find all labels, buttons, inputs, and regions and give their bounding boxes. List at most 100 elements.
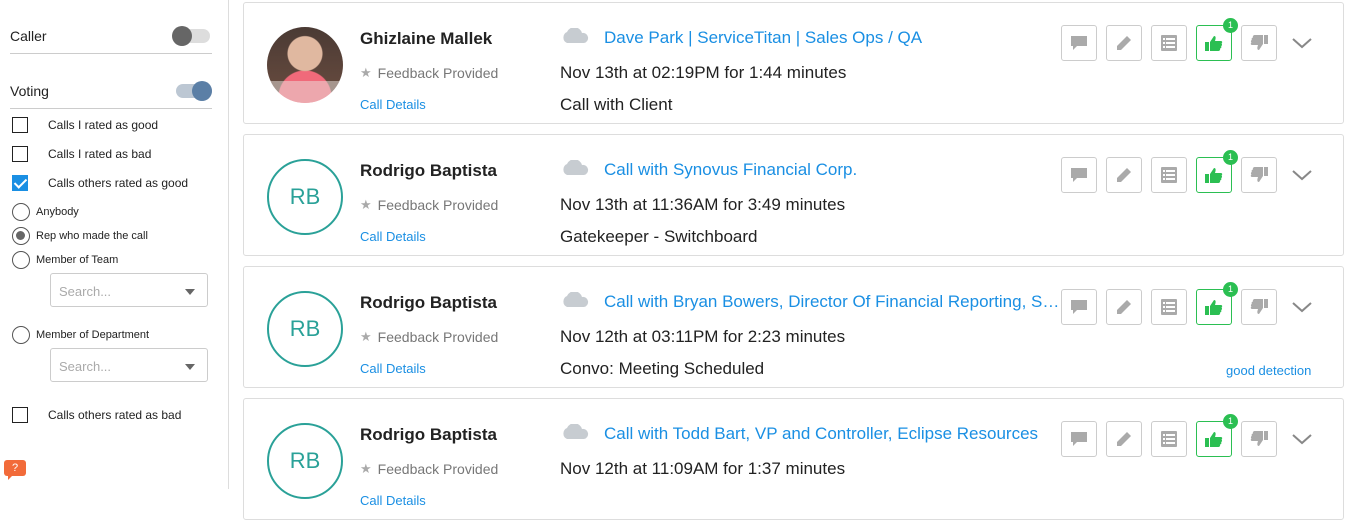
thumbs-down-button[interactable] [1241, 289, 1277, 325]
voting-toggle[interactable] [176, 81, 212, 101]
call-card: Ghizlaine Mallek ★ Feedback Provided Cal… [243, 2, 1344, 124]
radio-member-of-team[interactable]: Member of Team [12, 251, 118, 269]
call-purpose: Convo: Meeting Scheduled [560, 359, 765, 378]
edit-button[interactable] [1106, 25, 1142, 61]
call-datetime: Nov 13th at 02:19PM for 1:44 minutes [560, 63, 847, 82]
checkbox-label: Calls others rated as bad [48, 408, 182, 422]
thumbs-down-button[interactable] [1241, 25, 1277, 61]
checkbox-others-rated-good[interactable] [12, 175, 28, 191]
call-title-link[interactable]: Call with Synovus Financial Corp. [604, 160, 857, 180]
scorecard-button[interactable] [1151, 289, 1187, 325]
call-datetime: Nov 12th at 03:11PM for 2:23 minutes [560, 327, 846, 346]
radio-label: Member of Team [36, 254, 119, 266]
call-details-link[interactable]: Call Details [360, 493, 426, 508]
comment-button[interactable] [1061, 421, 1097, 457]
call-details-link[interactable]: Call Details [360, 97, 426, 112]
thumbs-up-icon [1205, 168, 1223, 183]
help-icon[interactable]: ? [4, 460, 26, 480]
call-purpose: Gatekeeper - Switchboard [560, 227, 758, 246]
radio-label: Anybody [36, 206, 79, 218]
thumbs-down-icon [1250, 299, 1268, 314]
chevron-down-icon[interactable] [1290, 431, 1314, 447]
rep-name: Ghizlaine Mallek [360, 29, 493, 48]
cloud-icon [563, 292, 589, 307]
radio-button[interactable] [12, 227, 30, 245]
thumbs-down-icon [1250, 167, 1268, 182]
thumbs-down-icon [1250, 431, 1268, 446]
call-tag-link[interactable]: good detection [1226, 363, 1311, 378]
list-icon [1161, 431, 1177, 447]
list-icon [1161, 299, 1177, 315]
avatar [267, 27, 343, 103]
call-card: RB Rodrigo Baptista ★ Feedback Provided … [243, 134, 1344, 256]
call-title-link[interactable]: Call with Bryan Bowers, Director Of Fina… [604, 292, 1060, 312]
filter-rated-bad-by-me[interactable]: Calls I rated as bad [12, 146, 151, 162]
feedback-status: ★ Feedback Provided [360, 329, 498, 345]
call-details-link[interactable]: Call Details [360, 229, 426, 244]
feedback-label: Feedback Provided [377, 65, 499, 81]
comment-button[interactable] [1061, 289, 1097, 325]
chevron-down-icon[interactable] [1290, 299, 1314, 315]
filter-others-rated-bad[interactable]: Calls others rated as bad [12, 407, 181, 423]
department-search-placeholder: Search... [59, 359, 112, 374]
caret-down-icon [185, 289, 195, 295]
call-title-link[interactable]: Call with Todd Bart, VP and Controller, … [604, 424, 1038, 444]
star-icon: ★ [360, 329, 372, 344]
thumbs-down-button[interactable] [1241, 157, 1277, 193]
avatar: RB [267, 159, 343, 235]
good-vote-count-badge: 1 [1223, 18, 1238, 33]
call-datetime: Nov 13th at 11:36AM for 3:49 minutes [560, 195, 846, 214]
radio-anybody[interactable]: Anybody [12, 203, 79, 221]
call-details-link[interactable]: Call Details [360, 361, 426, 376]
checkbox-rated-bad-by-me[interactable] [12, 146, 28, 162]
thumbs-up-button[interactable]: 1 [1196, 414, 1238, 457]
scorecard-button[interactable] [1151, 25, 1187, 61]
voting-divider [10, 108, 212, 109]
thumbs-up-button[interactable]: 1 [1196, 282, 1238, 325]
filter-rated-good-by-me[interactable]: Calls I rated as good [12, 117, 158, 133]
checkbox-label: Calls I rated as bad [48, 147, 152, 161]
call-card: RB Rodrigo Baptista ★ Feedback Provided … [243, 398, 1344, 520]
call-datetime: Nov 12th at 11:09AM for 1:37 minutes [560, 459, 846, 478]
feedback-status: ★ Feedback Provided [360, 65, 498, 81]
comment-button[interactable] [1061, 25, 1097, 61]
radio-button[interactable] [12, 203, 30, 221]
scorecard-button[interactable] [1151, 421, 1187, 457]
checkbox-others-rated-bad[interactable] [12, 407, 28, 423]
caller-toggle[interactable] [172, 26, 210, 46]
comment-button[interactable] [1061, 157, 1097, 193]
good-vote-count-badge: 1 [1223, 282, 1238, 297]
team-search-select[interactable]: Search... [50, 273, 208, 307]
thumbs-up-icon [1205, 300, 1223, 315]
chevron-down-icon[interactable] [1290, 167, 1314, 183]
caller-label: Caller [10, 28, 47, 44]
edit-button[interactable] [1106, 157, 1142, 193]
thumbs-down-button[interactable] [1241, 421, 1277, 457]
radio-button[interactable] [12, 251, 30, 269]
caret-down-icon [185, 364, 195, 370]
chevron-down-icon[interactable] [1290, 35, 1314, 51]
edit-button[interactable] [1106, 421, 1142, 457]
radio-label: Member of Department [36, 329, 150, 341]
rep-name: Rodrigo Baptista [360, 161, 497, 180]
good-vote-count-badge: 1 [1223, 150, 1238, 165]
pencil-icon [1117, 300, 1131, 314]
radio-member-of-department[interactable]: Member of Department [12, 326, 149, 344]
comment-icon [1071, 300, 1087, 314]
filter-others-rated-good[interactable]: Calls others rated as good [12, 175, 188, 191]
thumbs-up-button[interactable]: 1 [1196, 18, 1238, 61]
department-search-select[interactable]: Search... [50, 348, 208, 382]
voting-label: Voting [10, 83, 49, 99]
voting-toggle-knob [192, 81, 212, 101]
checkbox-rated-good-by-me[interactable] [12, 117, 28, 133]
rep-name: Rodrigo Baptista [360, 293, 497, 312]
feedback-label: Feedback Provided [377, 329, 499, 345]
call-title-link[interactable]: Dave Park | ServiceTitan | Sales Ops / Q… [604, 28, 922, 48]
thumbs-up-button[interactable]: 1 [1196, 150, 1238, 193]
radio-rep-who-made-call[interactable]: Rep who made the call [12, 227, 148, 245]
edit-button[interactable] [1106, 289, 1142, 325]
checkbox-label: Calls others rated as good [48, 176, 189, 190]
radio-button[interactable] [12, 326, 30, 344]
caller-toggle-knob [172, 26, 192, 46]
scorecard-button[interactable] [1151, 157, 1187, 193]
